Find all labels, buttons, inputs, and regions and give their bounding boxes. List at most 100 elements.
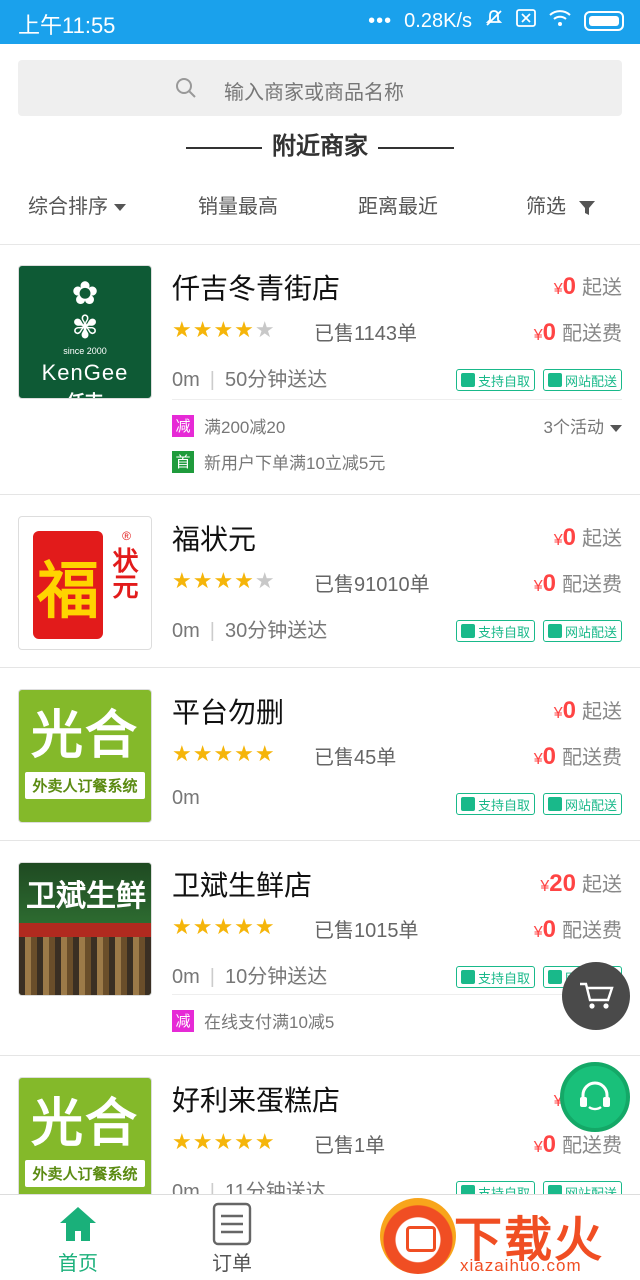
- delivery-time: 50分钟送达: [225, 369, 328, 391]
- delivery-fee: ¥0 配送费: [533, 570, 622, 597]
- delivery-fee: ¥0 配送费: [533, 319, 622, 346]
- logo-since: since 2000: [63, 346, 107, 356]
- status-icons: ••• 0.28K/s: [368, 8, 624, 34]
- tab-home[interactable]: 首页: [18, 1201, 138, 1276]
- promo-item: 减满200减20: [172, 413, 285, 438]
- promo-item: 首新用户下单满10立减5元: [172, 449, 385, 474]
- cart-icon: [580, 982, 614, 1009]
- promo-badge: 首: [172, 450, 194, 473]
- logo-zhuangyuan: 状元: [108, 547, 138, 599]
- sort-comprehensive-label: 综合排序: [28, 196, 108, 218]
- min-order: ¥0起送: [553, 273, 622, 300]
- mute-icon: [484, 8, 504, 34]
- more-dots-icon: •••: [368, 9, 393, 32]
- status-bar: 上午11:55 ••• 0.28K/s: [0, 0, 640, 44]
- caret-down-icon: [114, 204, 126, 212]
- service-tags: 支持自取 网站配送: [455, 369, 622, 391]
- basket-icon: [460, 624, 475, 638]
- delivery-fee: ¥0 配送费: [533, 916, 622, 943]
- sort-sales[interactable]: 销量最高: [198, 190, 278, 219]
- scooter-icon: [547, 797, 562, 811]
- logo-reg: ®: [122, 529, 131, 543]
- sort-filter-label: 筛选: [526, 196, 566, 218]
- delivery-fee: ¥0 配送费: [533, 1131, 622, 1158]
- search-input[interactable]: 输入商家或商品名称: [18, 60, 622, 116]
- service-tags: 支持自取 网站配送: [455, 620, 622, 642]
- cart-button[interactable]: [562, 962, 630, 1030]
- search-placeholder: 输入商家或商品名称: [224, 82, 404, 104]
- flame-logo-icon: [380, 1198, 456, 1274]
- sort-distance[interactable]: 距离最近: [358, 190, 438, 219]
- sort-filter[interactable]: 筛选: [526, 190, 596, 219]
- net-speed: 0.28K/s: [404, 9, 472, 32]
- basket-icon: [460, 797, 475, 811]
- sold-count: 已售1015单: [314, 920, 419, 942]
- logo-small: 外卖人订餐系统: [25, 1160, 145, 1187]
- logo-brand-en: KenGee: [41, 360, 129, 385]
- min-order: ¥0起送: [553, 697, 622, 724]
- store-card[interactable]: 卫斌生鲜 卫斌生鲜店 ★★★★★ 已售1015单 0m | 10分钟送达 ¥20 起送…: [0, 842, 640, 1056]
- delivery-tag: 网站配送: [542, 793, 622, 815]
- logo-big: 光合: [30, 707, 139, 765]
- logo-fu: 福: [33, 531, 103, 639]
- watermark-url: xiazaihuo.com: [460, 1256, 582, 1275]
- sort-bar: 综合排序 销量最高 距离最近 筛选: [0, 180, 640, 226]
- store-logo: 福 状元 ®: [18, 516, 152, 650]
- star-rating: ★★★★★: [172, 568, 276, 593]
- tab-orders[interactable]: 订单: [172, 1201, 292, 1276]
- distance-info: 0m | 10分钟送达: [172, 966, 328, 988]
- basket-icon: [460, 970, 475, 984]
- tab-home-label: 首页: [58, 1253, 98, 1275]
- filter-icon: [578, 200, 595, 215]
- min-order: ¥20 起送: [540, 870, 622, 897]
- section-title: 附近商家: [0, 126, 640, 161]
- order-list-icon: [212, 1202, 252, 1246]
- section-title-text: 附近商家: [272, 133, 368, 160]
- store-logo: 光合 外卖人订餐系统: [18, 1077, 152, 1211]
- distance-info: 0m | 50分钟送达: [172, 369, 328, 391]
- caret-down-icon: [610, 425, 622, 433]
- title-line-right: [378, 146, 454, 149]
- distance: 0m: [172, 369, 200, 391]
- store-card[interactable]: 光合 外卖人订餐系统 平台勿删 ★★★★★ 已售45单 0m ¥0 起送 ¥0 配送…: [0, 669, 640, 841]
- store-card[interactable]: ✿✾ since 2000 KenGee 仟吉 仟吉冬青街店 ★★★★★ 已售1…: [0, 245, 640, 495]
- store-logo: ✿✾ since 2000 KenGee 仟吉: [18, 265, 152, 399]
- sold-count: 已售45单: [314, 747, 397, 769]
- pickup-tag: 支持自取: [455, 369, 535, 391]
- store-card[interactable]: 福 状元 ® 福状元 ★★★★★ 已售91010单 0m | 30分钟送达 ¥0 起送…: [0, 496, 640, 668]
- sort-comprehensive[interactable]: 综合排序: [28, 190, 126, 219]
- divider: [172, 399, 622, 400]
- sold-count: 已售1143单: [314, 323, 418, 345]
- store-name: 福状元: [172, 524, 257, 555]
- star-rating: ★★★★★: [172, 317, 276, 342]
- star-rating: ★★★★★: [172, 914, 276, 939]
- promo-badge: 减: [172, 414, 194, 437]
- sold-count: 已售1单: [314, 1135, 386, 1157]
- logo-big: 光合: [30, 1095, 139, 1153]
- min-order: ¥0起送: [553, 524, 622, 551]
- shop-front-image: [19, 937, 151, 995]
- pickup-tag: 支持自取: [455, 793, 535, 815]
- customer-service-button[interactable]: [560, 1062, 630, 1132]
- delivery-tag: 网站配送: [542, 369, 622, 391]
- store-logo: 光合 外卖人订餐系统: [18, 689, 152, 823]
- logo-brand-cn: 仟吉: [19, 388, 151, 398]
- distance-info: 0m: [172, 787, 200, 809]
- distance-info: 0m | 30分钟送达: [172, 620, 328, 642]
- headset-icon: [580, 1081, 610, 1111]
- watermark-logo: 下载火 xiazaihuo.com: [378, 1196, 640, 1280]
- scooter-icon: [547, 970, 562, 984]
- title-line-left: [186, 146, 262, 149]
- sold-count: 已售91010单: [314, 574, 430, 596]
- battery-icon: [584, 11, 624, 31]
- logo-sign: 卫斌生鲜: [19, 863, 151, 923]
- activity-toggle[interactable]: 3个活动: [544, 413, 622, 438]
- divider: [172, 994, 622, 995]
- sim-icon: [516, 9, 536, 33]
- delivery-tag: 网站配送: [542, 620, 622, 642]
- home-icon: [60, 1207, 96, 1241]
- star-rating: ★★★★★: [172, 741, 276, 766]
- store-name: 仟吉冬青街店: [172, 273, 341, 304]
- status-time: 上午11:55: [18, 13, 116, 38]
- store-name: 平台勿删: [172, 697, 285, 728]
